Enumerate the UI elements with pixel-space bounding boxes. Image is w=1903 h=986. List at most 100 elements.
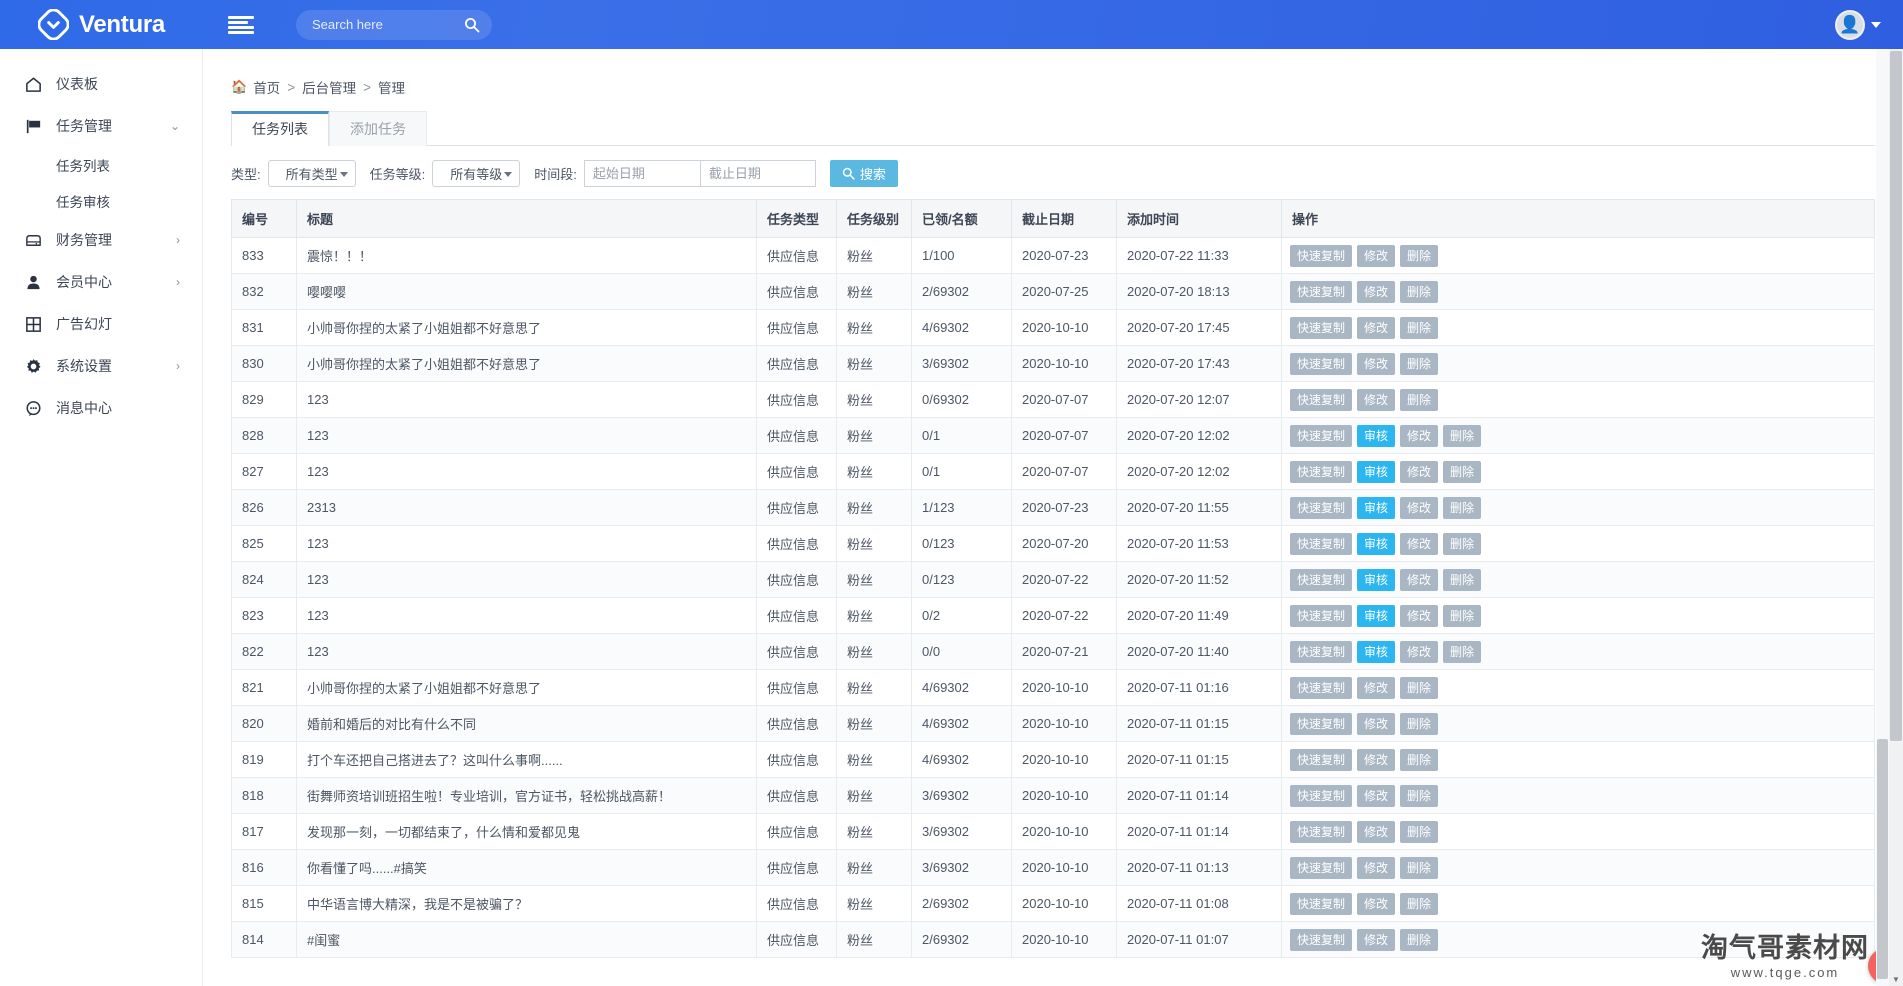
- sidebar-item-task-list[interactable]: 任务列表: [0, 147, 202, 183]
- type-filter-select[interactable]: 所有类型: [267, 160, 356, 187]
- quick-copy-button[interactable]: 快速复制: [1290, 496, 1353, 519]
- edit-button[interactable]: 修改: [1400, 424, 1439, 447]
- edit-button[interactable]: 修改: [1357, 928, 1396, 951]
- edit-button[interactable]: 修改: [1400, 568, 1439, 591]
- sidebar-item-finance[interactable]: 财务管理 ›: [0, 219, 202, 261]
- inner-scrollbar-thumb[interactable]: [1877, 739, 1888, 979]
- chevron-down-icon[interactable]: ⌄: [170, 120, 180, 132]
- quick-copy-button[interactable]: 快速复制: [1290, 532, 1353, 555]
- tab-task-list[interactable]: 任务列表: [231, 111, 329, 146]
- edit-button[interactable]: 修改: [1357, 892, 1396, 915]
- quick-copy-button[interactable]: 快速复制: [1290, 856, 1353, 879]
- review-button[interactable]: 审核: [1357, 424, 1396, 447]
- quick-copy-button[interactable]: 快速复制: [1290, 928, 1353, 951]
- vertical-scrollbar[interactable]: ▲ ▼: [1889, 49, 1903, 986]
- delete-button[interactable]: 删除: [1400, 928, 1439, 951]
- breadcrumb-item-home[interactable]: 首页: [253, 77, 280, 97]
- delete-button[interactable]: 删除: [1443, 424, 1482, 447]
- search-icon[interactable]: [464, 17, 480, 33]
- quick-copy-button[interactable]: 快速复制: [1290, 568, 1353, 591]
- sidebar-item-dashboard[interactable]: 仪表板: [0, 63, 202, 105]
- delete-button[interactable]: 删除: [1443, 460, 1482, 483]
- edit-button[interactable]: 修改: [1400, 640, 1439, 663]
- edit-button[interactable]: 修改: [1400, 604, 1439, 627]
- scrollbar-thumb[interactable]: [1890, 51, 1902, 741]
- sidebar-item-task-management[interactable]: 任务管理 ⌄: [0, 105, 202, 147]
- inner-vertical-scrollbar[interactable]: [1876, 49, 1889, 986]
- quick-copy-button[interactable]: 快速复制: [1290, 460, 1353, 483]
- edit-button[interactable]: 修改: [1400, 532, 1439, 555]
- quick-copy-button[interactable]: 快速复制: [1290, 784, 1353, 807]
- start-date-input[interactable]: [583, 160, 700, 187]
- quick-copy-button[interactable]: 快速复制: [1290, 316, 1353, 339]
- chevron-down-icon[interactable]: [1871, 21, 1881, 28]
- level-filter-select[interactable]: 所有等级: [432, 160, 521, 187]
- end-date-input[interactable]: [699, 160, 816, 187]
- delete-button[interactable]: 删除: [1443, 640, 1482, 663]
- quick-copy-button[interactable]: 快速复制: [1290, 244, 1353, 267]
- search-button[interactable]: 搜索: [829, 160, 898, 187]
- delete-button[interactable]: 删除: [1400, 244, 1439, 267]
- sidebar-item-message-center[interactable]: 消息中心: [0, 387, 202, 429]
- quick-copy-button[interactable]: 快速复制: [1290, 604, 1353, 627]
- brand-logo-area[interactable]: Ventura: [0, 0, 203, 49]
- sidebar-item-system-settings[interactable]: 系统设置 ›: [0, 345, 202, 387]
- delete-button[interactable]: 删除: [1400, 352, 1439, 375]
- breadcrumb-item-admin[interactable]: 后台管理: [302, 77, 356, 97]
- quick-copy-button[interactable]: 快速复制: [1290, 640, 1353, 663]
- chevron-right-icon[interactable]: ›: [176, 276, 180, 288]
- edit-button[interactable]: 修改: [1400, 460, 1439, 483]
- delete-button[interactable]: 删除: [1400, 316, 1439, 339]
- delete-button[interactable]: 删除: [1400, 388, 1439, 411]
- search-input[interactable]: [310, 16, 450, 33]
- tab-add-task[interactable]: 添加任务: [329, 111, 427, 146]
- delete-button[interactable]: 删除: [1443, 496, 1482, 519]
- edit-button[interactable]: 修改: [1357, 748, 1396, 771]
- edit-button[interactable]: 修改: [1357, 784, 1396, 807]
- avatar[interactable]: 👤: [1835, 9, 1865, 40]
- quick-copy-button[interactable]: 快速复制: [1290, 892, 1353, 915]
- search-container[interactable]: [296, 9, 492, 40]
- edit-button[interactable]: 修改: [1357, 316, 1396, 339]
- scroll-down-arrow-icon[interactable]: ▼: [1889, 972, 1903, 986]
- quick-copy-button[interactable]: 快速复制: [1290, 748, 1353, 771]
- edit-button[interactable]: 修改: [1357, 244, 1396, 267]
- delete-button[interactable]: 删除: [1400, 892, 1439, 915]
- review-button[interactable]: 审核: [1357, 496, 1396, 519]
- edit-button[interactable]: 修改: [1357, 388, 1396, 411]
- delete-button[interactable]: 删除: [1443, 604, 1482, 627]
- review-button[interactable]: 审核: [1357, 460, 1396, 483]
- sidebar-item-ad-slideshow[interactable]: 广告幻灯: [0, 303, 202, 345]
- delete-button[interactable]: 删除: [1400, 280, 1439, 303]
- quick-copy-button[interactable]: 快速复制: [1290, 712, 1353, 735]
- review-button[interactable]: 审核: [1357, 640, 1396, 663]
- delete-button[interactable]: 删除: [1400, 748, 1439, 771]
- delete-button[interactable]: 删除: [1400, 676, 1439, 699]
- quick-copy-button[interactable]: 快速复制: [1290, 820, 1353, 843]
- delete-button[interactable]: 删除: [1400, 856, 1439, 879]
- quick-copy-button[interactable]: 快速复制: [1290, 424, 1353, 447]
- delete-button[interactable]: 删除: [1400, 820, 1439, 843]
- edit-button[interactable]: 修改: [1400, 496, 1439, 519]
- edit-button[interactable]: 修改: [1357, 676, 1396, 699]
- quick-copy-button[interactable]: 快速复制: [1290, 388, 1353, 411]
- edit-button[interactable]: 修改: [1357, 280, 1396, 303]
- sidebar-item-task-review[interactable]: 任务审核: [0, 183, 202, 219]
- chevron-right-icon[interactable]: ›: [176, 234, 180, 246]
- review-button[interactable]: 审核: [1357, 604, 1396, 627]
- delete-button[interactable]: 删除: [1443, 532, 1482, 555]
- quick-copy-button[interactable]: 快速复制: [1290, 352, 1353, 375]
- chevron-right-icon[interactable]: ›: [176, 360, 180, 372]
- edit-button[interactable]: 修改: [1357, 712, 1396, 735]
- review-button[interactable]: 审核: [1357, 532, 1396, 555]
- edit-button[interactable]: 修改: [1357, 352, 1396, 375]
- quick-copy-button[interactable]: 快速复制: [1290, 676, 1353, 699]
- delete-button[interactable]: 删除: [1443, 568, 1482, 591]
- sidebar-item-member-center[interactable]: 会员中心 ›: [0, 261, 202, 303]
- review-button[interactable]: 审核: [1357, 568, 1396, 591]
- edit-button[interactable]: 修改: [1357, 856, 1396, 879]
- delete-button[interactable]: 删除: [1400, 712, 1439, 735]
- edit-button[interactable]: 修改: [1357, 820, 1396, 843]
- quick-copy-button[interactable]: 快速复制: [1290, 280, 1353, 303]
- delete-button[interactable]: 删除: [1400, 784, 1439, 807]
